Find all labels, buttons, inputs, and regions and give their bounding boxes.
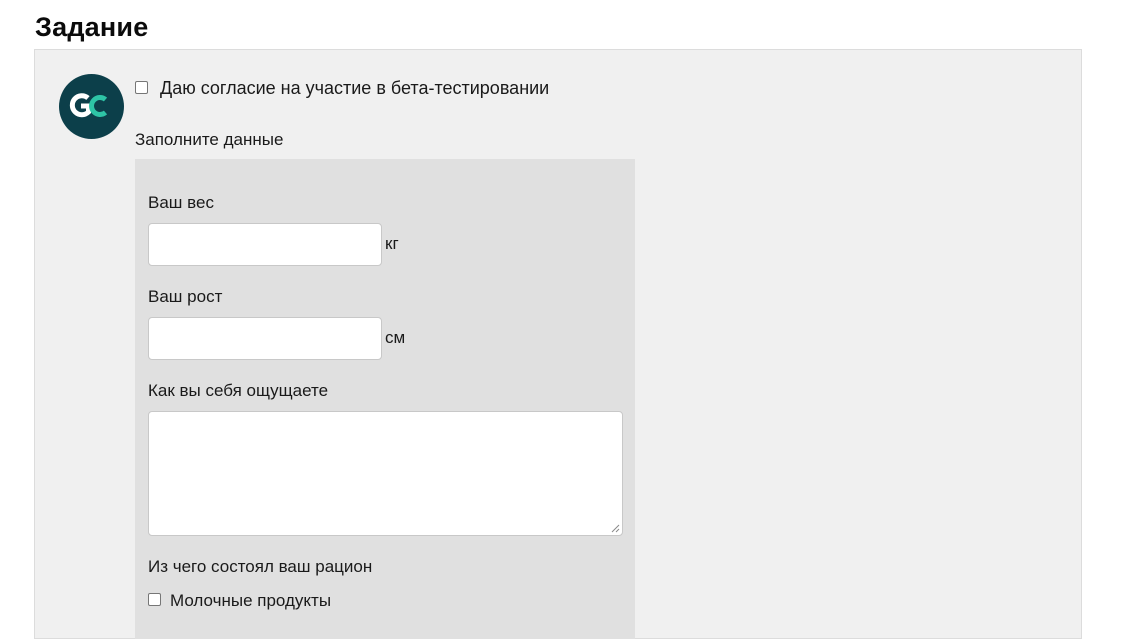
diet-option-checkbox[interactable] — [148, 593, 161, 606]
data-form: Ваш вес кг Ваш рост см Как вы себя ощуща… — [135, 159, 635, 639]
height-unit: см — [385, 328, 406, 347]
fill-data-label: Заполните данные — [135, 130, 284, 149]
gc-logo-icon — [69, 93, 108, 118]
diet-label: Из чего состоял ваш рацион — [148, 557, 373, 576]
task-panel: Даю согласие на участие в бета-тестирова… — [34, 49, 1082, 639]
resize-grip-icon[interactable] — [611, 524, 620, 533]
feeling-label: Как вы себя ощущаете — [148, 381, 329, 400]
consent-checkbox[interactable] — [135, 81, 148, 94]
gc-logo-avatar — [59, 74, 124, 139]
page-title: Задание — [35, 12, 149, 42]
height-label: Ваш рост — [148, 287, 223, 306]
weight-unit: кг — [385, 234, 399, 253]
diet-option-dairy[interactable]: Молочные продукты — [148, 591, 331, 611]
consent-checkbox-row[interactable]: Даю согласие на участие в бета-тестирова… — [135, 78, 549, 99]
feeling-textarea[interactable] — [148, 411, 623, 536]
diet-option-label: Молочные продукты — [170, 591, 332, 610]
weight-input[interactable] — [148, 223, 382, 266]
consent-label: Даю согласие на участие в бета-тестирова… — [160, 78, 550, 98]
height-input[interactable] — [148, 317, 382, 360]
weight-label: Ваш вес — [148, 193, 214, 212]
